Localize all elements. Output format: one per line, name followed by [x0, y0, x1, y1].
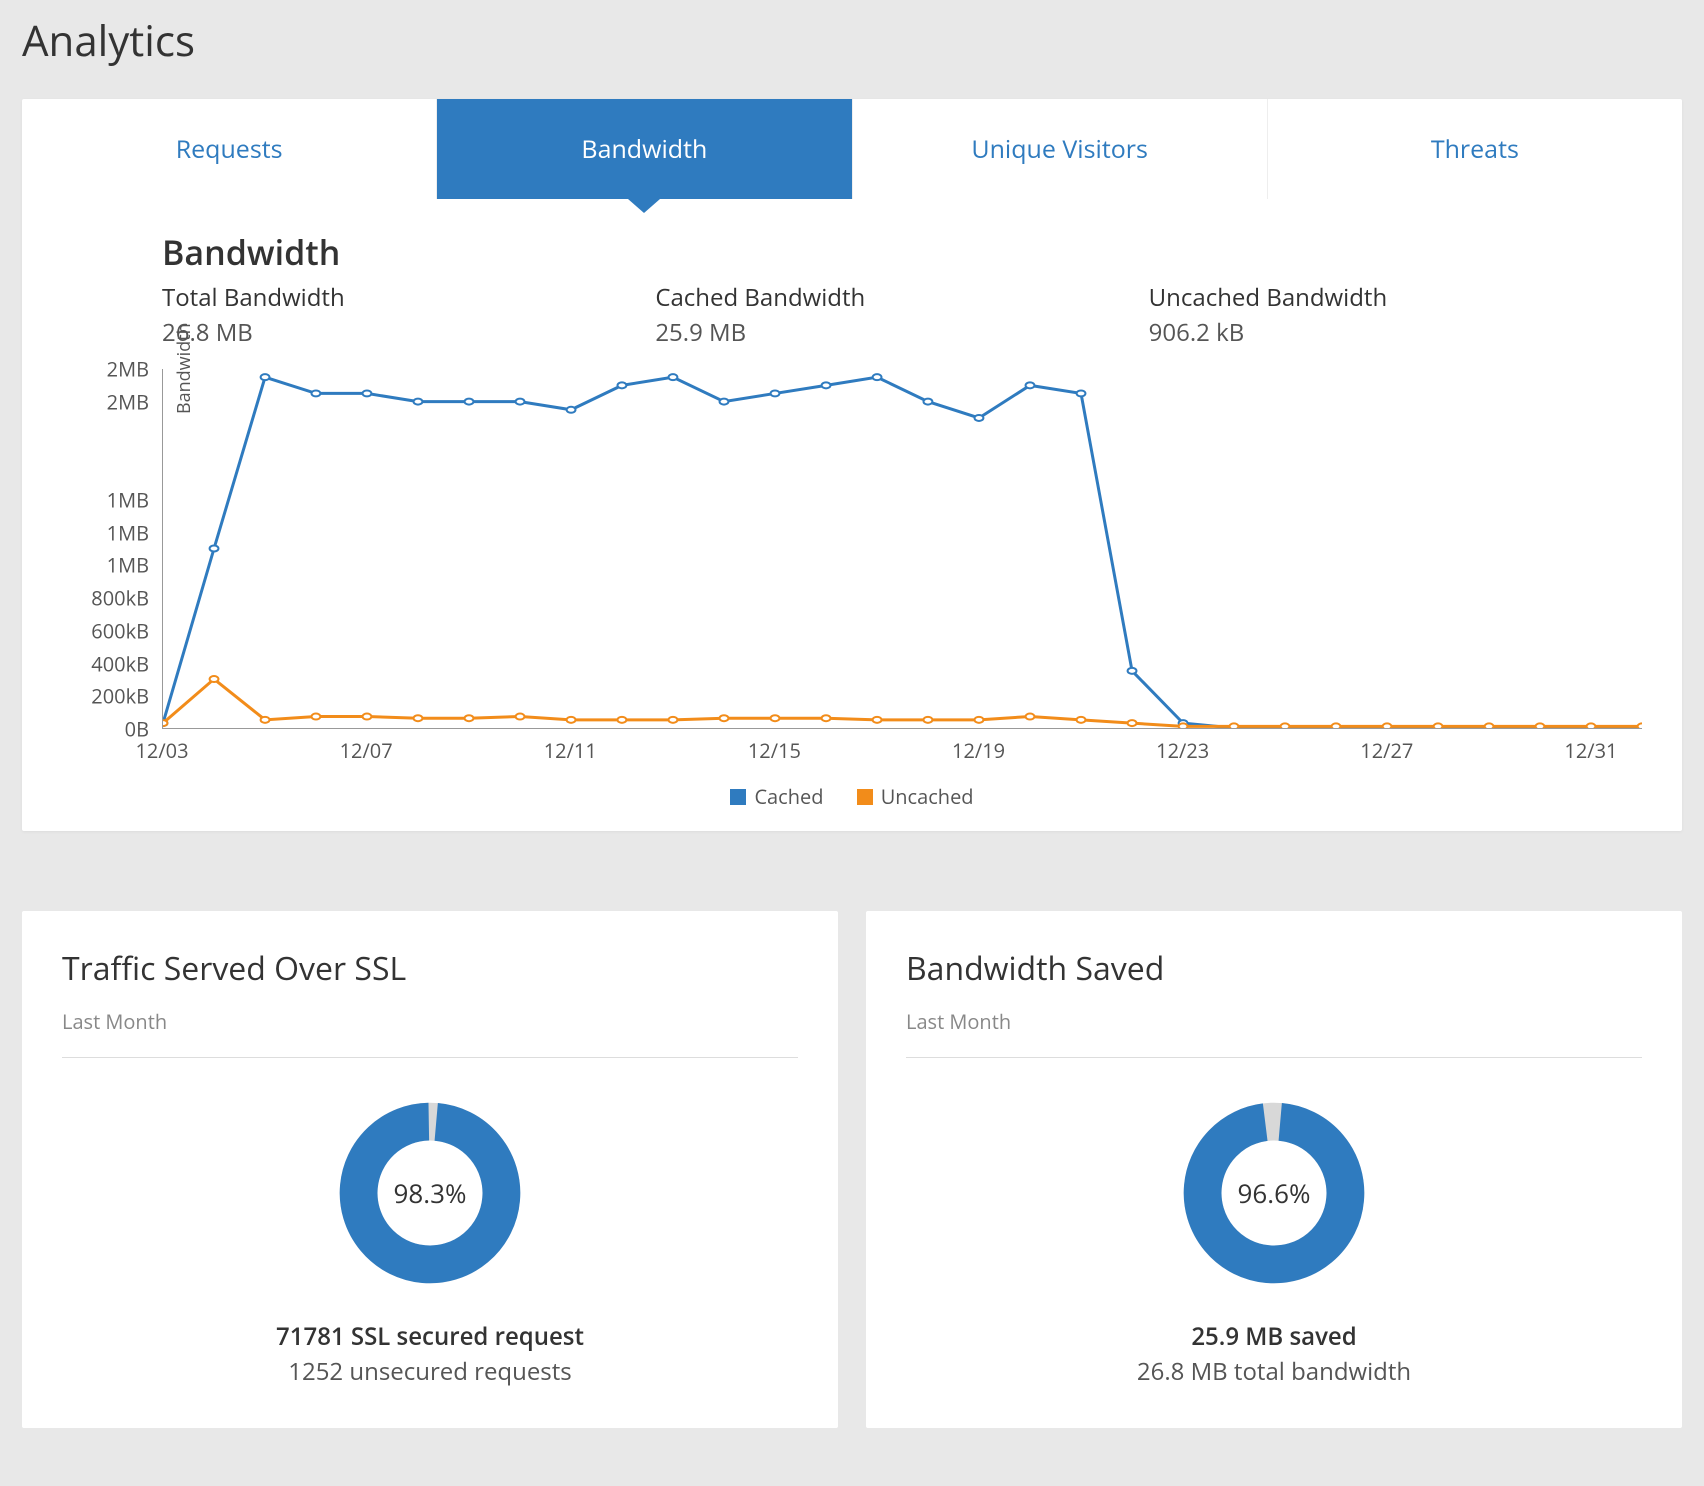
x-tick: 12/11	[544, 737, 597, 764]
x-tick: 12/19	[952, 737, 1005, 764]
legend-uncached-label: Uncached	[881, 783, 974, 810]
card-ssl-main: 71781 SSL secured request	[276, 1320, 584, 1353]
card-ssl-sub: 1252 unsecured requests	[288, 1355, 572, 1388]
y-tick: 1MB	[107, 486, 149, 513]
cards-row: Traffic Served Over SSL Last Month 98.3%…	[22, 911, 1682, 1428]
y-tick: 600kB	[91, 617, 149, 644]
card-ssl-subtitle: Last Month	[62, 1008, 798, 1058]
stat-total: Total Bandwidth 26.8 MB	[162, 281, 655, 349]
tabs: Requests Bandwidth Unique Visitors Threa…	[22, 99, 1682, 199]
y-tick: 200kB	[91, 683, 149, 710]
y-tick: 800kB	[91, 585, 149, 612]
tab-visitors[interactable]: Unique Visitors	[853, 99, 1268, 199]
y-tick: 1MB	[107, 519, 149, 546]
y-axis: 2MB2MB1MB1MB1MB800kB600kB400kB200kB0B	[62, 369, 157, 729]
card-ssl-title: Traffic Served Over SSL	[62, 947, 798, 990]
line-chart[interactable]	[162, 369, 1642, 729]
x-axis: 12/0312/0712/1112/1512/1912/2312/2712/31	[162, 737, 1642, 777]
legend-cached-label: Cached	[754, 783, 823, 810]
tab-bandwidth[interactable]: Bandwidth	[437, 99, 852, 199]
stat-total-label: Total Bandwidth	[162, 281, 655, 314]
y-tick: 1MB	[107, 552, 149, 579]
legend-uncached: Uncached	[857, 783, 974, 810]
analytics-panel: Requests Bandwidth Unique Visitors Threa…	[22, 99, 1682, 831]
y-tick: 400kB	[91, 650, 149, 677]
x-tick: 12/15	[748, 737, 801, 764]
donut-saved-wrap: 96.6% 25.9 MB saved 26.8 MB total bandwi…	[906, 1088, 1642, 1388]
card-saved: Bandwidth Saved Last Month 96.6% 25.9 MB…	[866, 911, 1682, 1428]
stat-uncached-value: 906.2 kB	[1149, 316, 1642, 349]
x-tick: 12/23	[1156, 737, 1209, 764]
chart-wrap: 2MB2MB1MB1MB1MB800kB600kB400kB200kB0B Ba…	[62, 369, 1642, 777]
x-tick: 12/03	[135, 737, 188, 764]
stat-cached-value: 25.9 MB	[655, 316, 1148, 349]
y-tick: 2MB	[107, 388, 149, 415]
stat-uncached-label: Uncached Bandwidth	[1149, 281, 1642, 314]
x-tick: 12/27	[1360, 737, 1413, 764]
card-saved-subtitle: Last Month	[906, 1008, 1642, 1058]
donut-saved[interactable]: 96.6%	[1169, 1088, 1379, 1298]
donut-ssl[interactable]: 98.3%	[325, 1088, 535, 1298]
stats-row: Total Bandwidth 26.8 MB Cached Bandwidth…	[62, 281, 1642, 349]
x-tick: 12/31	[1564, 737, 1617, 764]
tab-threats[interactable]: Threats	[1268, 99, 1682, 199]
card-saved-main: 25.9 MB saved	[1191, 1320, 1356, 1353]
stat-uncached: Uncached Bandwidth 906.2 kB	[1149, 281, 1642, 349]
x-tick: 12/07	[340, 737, 393, 764]
legend-swatch-uncached	[857, 789, 873, 805]
chart-legend: Cached Uncached	[62, 783, 1642, 811]
chart-title: Bandwidth	[62, 229, 1642, 275]
stat-cached-label: Cached Bandwidth	[655, 281, 1148, 314]
card-saved-sub: 26.8 MB total bandwidth	[1137, 1355, 1411, 1388]
legend-cached: Cached	[730, 783, 823, 810]
chart-section: Bandwidth Total Bandwidth 26.8 MB Cached…	[22, 199, 1682, 831]
donut-saved-percent: 96.6%	[1169, 1088, 1379, 1298]
tab-requests[interactable]: Requests	[22, 99, 437, 199]
donut-ssl-percent: 98.3%	[325, 1088, 535, 1298]
card-saved-title: Bandwidth Saved	[906, 947, 1642, 990]
legend-swatch-cached	[730, 789, 746, 805]
donut-ssl-wrap: 98.3% 71781 SSL secured request 1252 uns…	[62, 1088, 798, 1388]
card-ssl: Traffic Served Over SSL Last Month 98.3%…	[22, 911, 838, 1428]
y-tick: 2MB	[107, 356, 149, 383]
page-title: Analytics	[0, 0, 1704, 99]
stat-total-value: 26.8 MB	[162, 316, 655, 349]
stat-cached: Cached Bandwidth 25.9 MB	[655, 281, 1148, 349]
